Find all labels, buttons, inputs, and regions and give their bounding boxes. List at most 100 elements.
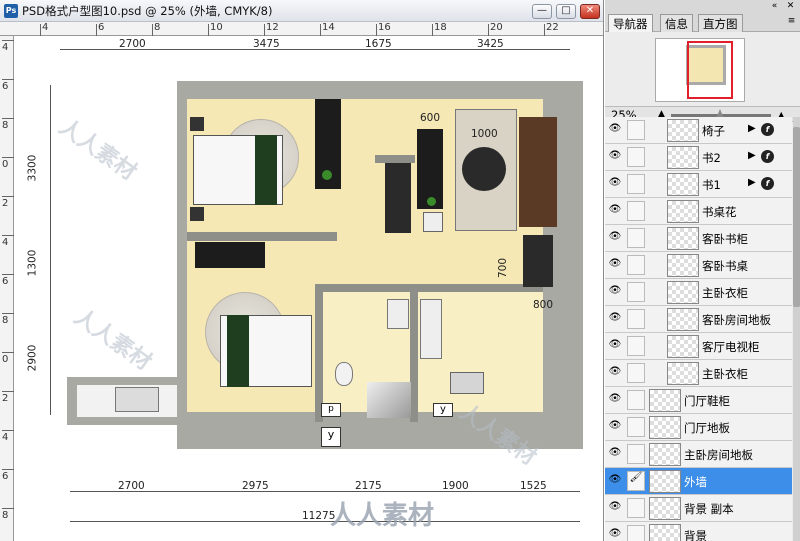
layer-link-box[interactable] bbox=[627, 525, 645, 541]
close-button[interactable]: ✕ bbox=[580, 4, 600, 19]
eye-icon[interactable]: 👁 bbox=[607, 339, 623, 353]
minimize-button[interactable]: — bbox=[532, 4, 552, 19]
dim-bottom-3: 2175 bbox=[355, 480, 382, 492]
round-table bbox=[462, 147, 506, 191]
left-dimension-line bbox=[50, 85, 51, 415]
layer-row[interactable]: 👁 书1 ▶ f bbox=[605, 171, 792, 198]
layer-name[interactable]: 门厅鞋柜 bbox=[684, 393, 730, 409]
layer-row[interactable]: 👁 客卧书柜 bbox=[605, 225, 792, 252]
layer-name[interactable]: 主卧房间地板 bbox=[684, 447, 753, 463]
layer-row[interactable]: 👁 主卧衣柜 bbox=[605, 360, 792, 387]
eye-icon[interactable]: 👁 bbox=[607, 312, 623, 326]
layer-link-box[interactable] bbox=[627, 498, 645, 518]
layer-name[interactable]: 门厅地板 bbox=[684, 420, 730, 436]
panel-menu-icon[interactable]: ≡ bbox=[786, 17, 797, 27]
layer-row[interactable]: 👁 客卧房间地板 bbox=[605, 306, 792, 333]
layer-thumbnail bbox=[649, 497, 681, 520]
layer-effects-icon: f bbox=[761, 123, 774, 136]
layer-link-box[interactable] bbox=[627, 309, 645, 329]
layer-name[interactable]: 书1 bbox=[702, 177, 721, 193]
maximize-button[interactable]: □ bbox=[556, 4, 576, 19]
layer-link-box[interactable] bbox=[627, 282, 645, 302]
layer-link-box[interactable] bbox=[627, 417, 645, 437]
layer-row[interactable]: 👁 🖌 外墙 bbox=[605, 468, 792, 495]
layer-link-box[interactable] bbox=[627, 255, 645, 275]
layer-link-box[interactable] bbox=[627, 147, 645, 167]
layers-scrollbar[interactable] bbox=[793, 117, 800, 541]
eye-icon[interactable]: 👁 bbox=[607, 258, 623, 272]
layer-name[interactable]: 客卧书桌 bbox=[702, 258, 748, 274]
eye-icon[interactable]: 👁 bbox=[607, 474, 623, 488]
tab-navigator[interactable]: 导航器 bbox=[608, 14, 653, 32]
layer-row[interactable]: 👁 椅子 ▶ f bbox=[605, 117, 792, 144]
layer-name[interactable]: 书桌花 bbox=[702, 204, 737, 220]
ruler-v-label: 8 bbox=[2, 510, 9, 521]
layer-thumbnail bbox=[649, 524, 681, 541]
layer-name[interactable]: 客卧书柜 bbox=[702, 231, 748, 247]
navigator-view-box[interactable] bbox=[687, 41, 733, 99]
layer-row[interactable]: 👁 门厅地板 bbox=[605, 414, 792, 441]
layer-name[interactable]: 背景 副本 bbox=[684, 501, 734, 517]
watermark-2: 人人素材 bbox=[69, 304, 156, 376]
eye-icon[interactable]: 👁 bbox=[607, 123, 623, 137]
layer-name[interactable]: 主卧衣柜 bbox=[702, 366, 748, 382]
eye-icon[interactable]: 👁 bbox=[607, 285, 623, 299]
ruler-v-label: 2 bbox=[2, 393, 9, 404]
panel-close-icon[interactable]: ✕ bbox=[785, 2, 796, 12]
layer-name[interactable]: 椅子 bbox=[702, 123, 725, 139]
layer-thumbnail bbox=[667, 254, 699, 277]
layer-link-box[interactable] bbox=[627, 363, 645, 383]
layer-row[interactable]: 👁 客厅电视柜 bbox=[605, 333, 792, 360]
layer-row[interactable]: 👁 门厅鞋柜 bbox=[605, 387, 792, 414]
eye-icon[interactable]: 👁 bbox=[607, 501, 623, 515]
layer-link-box[interactable] bbox=[627, 444, 645, 464]
layer-name[interactable]: 客卧房间地板 bbox=[702, 312, 771, 328]
layer-row[interactable]: 👁 主卧衣柜 bbox=[605, 279, 792, 306]
expand-effects-icon[interactable]: ▶ bbox=[748, 177, 756, 188]
eye-icon[interactable]: 👁 bbox=[607, 366, 623, 380]
layer-name[interactable]: 外墙 bbox=[684, 474, 707, 490]
layer-thumbnail bbox=[667, 335, 699, 358]
layer-name[interactable]: 主卧衣柜 bbox=[702, 285, 748, 301]
scrollbar-thumb[interactable] bbox=[793, 127, 800, 307]
layer-name[interactable]: 书2 bbox=[702, 150, 721, 166]
eye-icon[interactable]: 👁 bbox=[607, 177, 623, 191]
layer-row[interactable]: 👁 背景 bbox=[605, 522, 792, 541]
navigator-layers-panel: « ✕ 导航器 信息 直方图 ≡ 25% ▲ ▲ 👁 椅子 ▶ f 👁 书2 ▶ f 👁 书1 ▶ f… bbox=[605, 0, 800, 541]
layer-link-box[interactable] bbox=[627, 336, 645, 356]
layer-row[interactable]: 👁 客卧书桌 bbox=[605, 252, 792, 279]
dim-bottom-4: 1900 bbox=[442, 480, 469, 492]
ruler-h-tick bbox=[432, 24, 433, 36]
layer-link-box[interactable] bbox=[627, 120, 645, 140]
layer-row[interactable]: 👁 书桌花 bbox=[605, 198, 792, 225]
expand-effects-icon[interactable]: ▶ bbox=[748, 123, 756, 134]
expand-effects-icon[interactable]: ▶ bbox=[748, 150, 756, 161]
brush-icon[interactable]: 🖌 bbox=[627, 471, 645, 491]
tab-histogram[interactable]: 直方图 bbox=[698, 14, 743, 32]
title-bar[interactable]: Ps PSD格式户型图10.psd @ 25% (外墙, CMYK/8) — □… bbox=[0, 0, 603, 22]
layer-row[interactable]: 👁 背景 副本 bbox=[605, 495, 792, 522]
eye-icon[interactable]: 👁 bbox=[607, 528, 623, 541]
eye-icon[interactable]: 👁 bbox=[607, 150, 623, 164]
eye-icon[interactable]: 👁 bbox=[607, 204, 623, 218]
collapse-icon[interactable]: « bbox=[769, 2, 780, 12]
eye-icon[interactable]: 👁 bbox=[607, 393, 623, 407]
layer-link-box[interactable] bbox=[627, 228, 645, 248]
tab-info[interactable]: 信息 bbox=[660, 14, 693, 32]
layer-name[interactable]: 背景 bbox=[684, 528, 707, 541]
layer-name[interactable]: 客厅电视柜 bbox=[702, 339, 760, 355]
layer-link-box[interactable] bbox=[627, 174, 645, 194]
bottom-dimension-line bbox=[70, 491, 580, 492]
canvas[interactable]: 2700 3475 1675 3425 3300 1300 2900 600 1… bbox=[15, 37, 603, 541]
dim-left-3: 2900 bbox=[26, 344, 39, 372]
layer-row[interactable]: 👁 书2 ▶ f bbox=[605, 144, 792, 171]
layer-link-box[interactable] bbox=[627, 201, 645, 221]
layer-thumbnail bbox=[649, 416, 681, 439]
layer-link-box[interactable] bbox=[627, 390, 645, 410]
dim-bottom-5: 1525 bbox=[520, 480, 547, 492]
eye-icon[interactable]: 👁 bbox=[607, 447, 623, 461]
eye-icon[interactable]: 👁 bbox=[607, 231, 623, 245]
layer-row[interactable]: 👁 主卧房间地板 bbox=[605, 441, 792, 468]
eye-icon[interactable]: 👁 bbox=[607, 420, 623, 434]
ruler-h-tick bbox=[40, 24, 41, 36]
